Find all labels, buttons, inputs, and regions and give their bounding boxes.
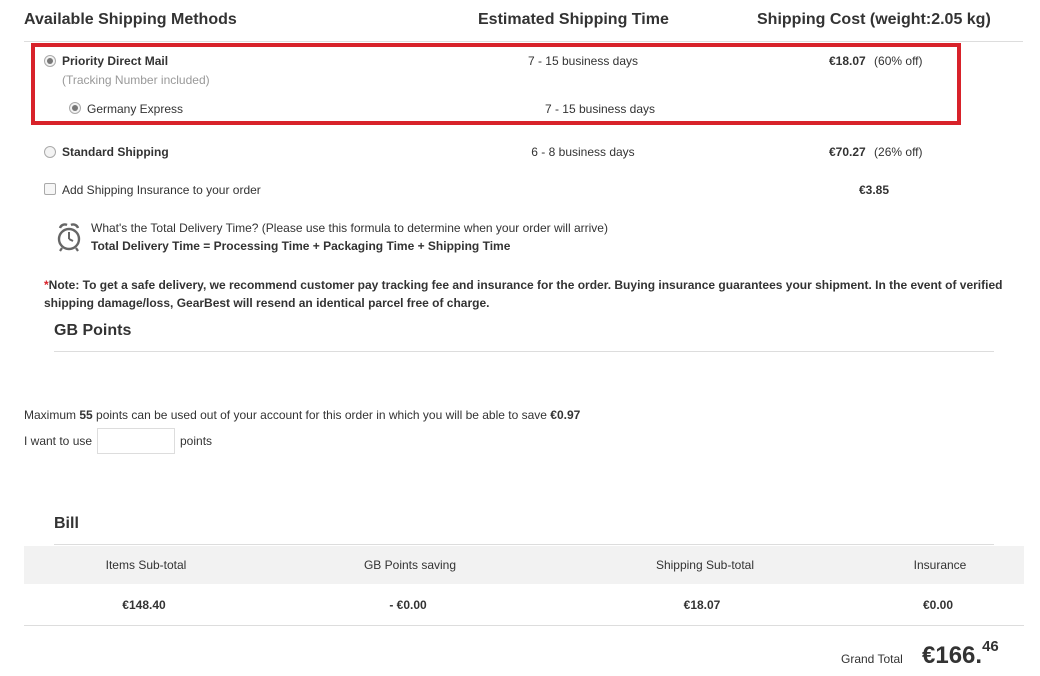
delivery-time-question: What's the Total Delivery Time? (Please … [91, 221, 608, 235]
safe-delivery-note: *Note: To get a safe delivery, we recomm… [44, 276, 1014, 312]
delivery-time-formula: Total Delivery Time = Processing Time + … [91, 239, 511, 253]
shipping-methods-header: Available Shipping Methods [24, 11, 237, 28]
insurance-checkbox[interactable] [44, 183, 56, 195]
bill-col-points-saving: GB Points saving [363, 558, 457, 572]
bill-val-items-subtotal: €148.40 [122, 598, 166, 612]
standard-price-amount: €70.27 [829, 145, 866, 159]
header-divider [24, 41, 1023, 42]
max-points-info: Maximum 55 points can be used out of you… [24, 408, 580, 422]
shipping-cost-header: Shipping Cost (weight:2.05 kg) [757, 11, 991, 28]
standard-shipping-label[interactable]: Standard Shipping [62, 145, 169, 159]
insurance-price: €3.85 [859, 183, 890, 197]
max-points-pre: Maximum [24, 408, 80, 422]
grand-total-label: Grand Total [841, 652, 903, 666]
bill-bottom-divider [24, 625, 1024, 626]
shipping-time-header: Estimated Shipping Time [478, 11, 669, 28]
standard-shipping-radio[interactable] [44, 146, 56, 158]
alarm-clock-icon [55, 221, 83, 253]
gb-points-title: GB Points [54, 322, 132, 339]
use-points-label: I want to use [24, 434, 93, 448]
note-text: Note: To get a safe delivery, we recomme… [44, 278, 1003, 310]
max-points-save: €0.97 [550, 408, 581, 422]
use-points-suffix: points [180, 434, 213, 448]
selected-method-highlight [31, 43, 961, 125]
bill-col-items-subtotal: Items Sub-total [105, 558, 187, 572]
bill-val-points-saving: - €0.00 [389, 598, 427, 612]
bill-divider [54, 544, 994, 545]
max-points-value: 55 [79, 408, 93, 422]
points-input[interactable] [97, 428, 175, 454]
standard-shipping-price: €70.27 (26% off) [829, 145, 989, 159]
grand-total-cents: 46 [982, 638, 999, 655]
standard-price-discount: (26% off) [874, 145, 923, 159]
grand-total-main: €166. [922, 642, 983, 669]
bill-val-insurance: €0.00 [922, 598, 954, 612]
bill-title: Bill [54, 515, 79, 532]
bill-col-shipping-subtotal: Shipping Sub-total [655, 558, 755, 572]
max-points-mid: points can be used out of your account f… [92, 408, 551, 422]
bill-col-insurance: Insurance [913, 558, 967, 572]
insurance-label[interactable]: Add Shipping Insurance to your order [62, 183, 261, 197]
gb-points-divider [54, 351, 994, 352]
bill-val-shipping-subtotal: €18.07 [683, 598, 721, 612]
grand-total-value: €166.46 [922, 638, 999, 670]
standard-shipping-time: 6 - 8 business days [531, 145, 635, 159]
